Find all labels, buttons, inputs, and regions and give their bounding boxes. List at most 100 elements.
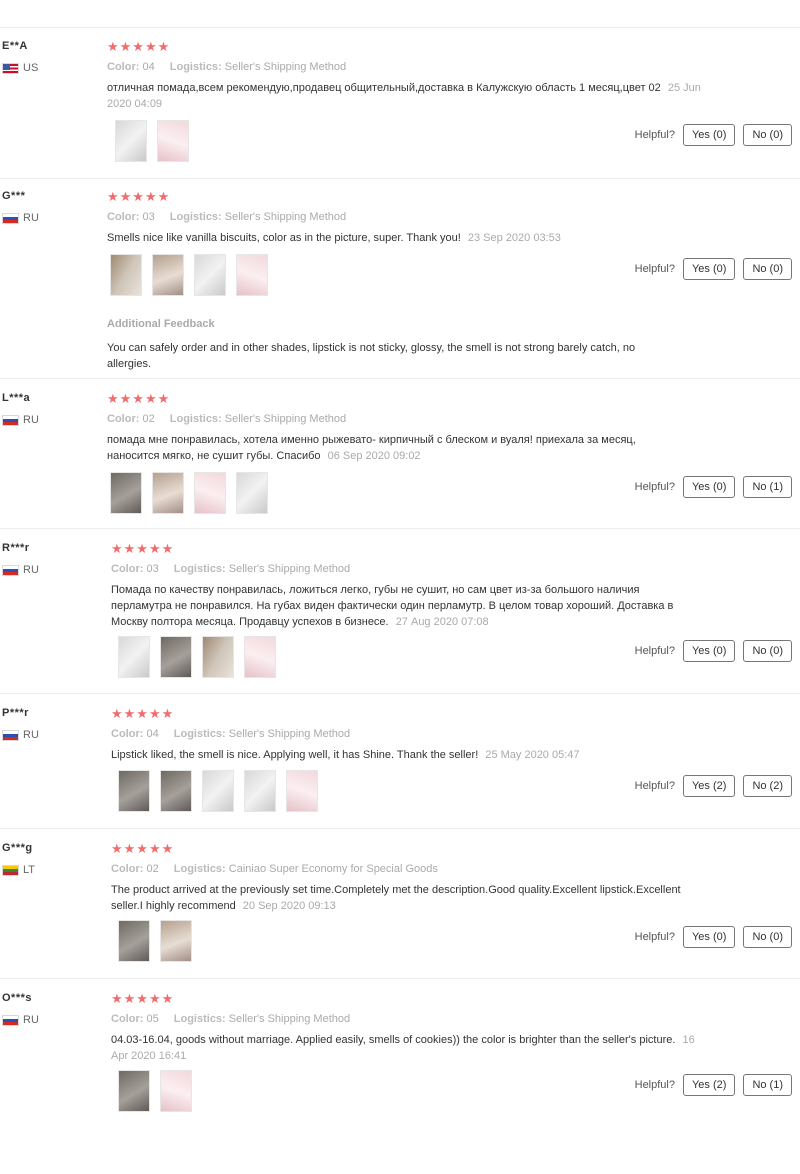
star-rating: ★★★★★ [111,706,175,721]
review-photos [115,120,189,162]
reviewer-country: US [2,62,38,74]
flag-ru-icon [2,564,19,576]
helpful-label: Helpful? [634,931,675,943]
additional-feedback-title: Additional Feedback [107,318,215,330]
flag-ru-icon [2,212,19,224]
review-body: Smells nice like vanilla biscuits, color… [107,232,461,244]
vote-yes-button[interactable]: Yes (0) [682,476,736,498]
review-photo[interactable] [286,770,318,812]
star-rating: ★★★★★ [107,189,171,204]
review-photo[interactable] [202,770,234,812]
country-code: RU [23,729,39,741]
review-photo[interactable] [110,472,142,514]
logistics-label: Logistics: [173,1013,226,1025]
vote-yes-button[interactable]: Yes (0) [682,124,736,146]
color-label: Color: [111,728,144,740]
vote-no-button[interactable]: No (0) [743,258,792,280]
review-photos [118,1070,192,1112]
vote-no-button[interactable]: No (1) [743,476,792,498]
color-label: Color: [107,413,140,425]
additional-feedback-text: You can safely order and in other shades… [107,342,636,370]
review-photo[interactable] [157,120,189,162]
logistics-label: Logistics: [173,863,226,875]
review-text: The product arrived at the previously se… [111,882,711,914]
vote-no-button[interactable]: No (0) [743,124,792,146]
helpful-controls: Helpful? Yes (2) No (2) [635,775,792,797]
reviewer-name: P***r [2,707,29,719]
review-text: 04.03-16.04, goods without marriage. App… [111,1032,711,1064]
color-label: Color: [111,563,144,575]
vote-no-button[interactable]: No (0) [743,640,792,662]
review-photos [118,920,192,962]
flag-lt-icon [2,864,19,876]
vote-yes-button[interactable]: Yes (0) [682,258,736,280]
review-photos [118,770,318,812]
divider [0,693,800,694]
review-photo[interactable] [118,770,150,812]
review-photo[interactable] [244,770,276,812]
flag-ru-icon [2,729,19,741]
vote-yes-button[interactable]: Yes (0) [682,926,736,948]
review-photo[interactable] [118,636,150,678]
star-rating: ★★★★★ [107,39,171,54]
review-photo[interactable] [160,1070,192,1112]
reviewer-name: O***s [2,992,33,1004]
helpful-controls: Helpful? Yes (0) No (0) [635,124,792,146]
review-photo[interactable] [194,254,226,296]
vote-yes-button[interactable]: Yes (2) [682,1074,736,1096]
color-label: Color: [107,61,140,73]
review-meta: Color: 03 Logistics: Seller's Shipping M… [107,211,346,223]
review-photo[interactable] [152,472,184,514]
star-rating: ★★★★★ [111,541,175,556]
review-photo[interactable] [202,636,234,678]
color-value: 05 [146,1013,159,1025]
review-photo[interactable] [160,636,192,678]
review-photo[interactable] [244,636,276,678]
color-value: 02 [146,863,159,875]
review-date: 23 Sep 2020 03:53 [467,232,561,244]
review-photo[interactable] [118,920,150,962]
review-photo[interactable] [115,120,147,162]
review-meta: Color: 04 Logistics: Seller's Shipping M… [107,61,346,73]
reviewer-name: R***r [2,542,30,554]
country-code: LT [23,864,36,876]
review-photo[interactable] [118,1070,150,1112]
review-photo[interactable] [236,472,268,514]
review-photo[interactable] [160,770,192,812]
review-photos [110,254,268,296]
logistics-label: Logistics: [173,563,226,575]
logistics-label: Logistics: [169,413,222,425]
review-photo[interactable] [110,254,142,296]
star-rating: ★★★★★ [107,391,171,406]
star-rating: ★★★★★ [111,841,175,856]
review-photo[interactable] [152,254,184,296]
review-text: Smells nice like vanilla biscuits, color… [107,230,707,246]
helpful-label: Helpful? [634,645,675,657]
review-meta: Color: 04 Logistics: Seller's Shipping M… [111,728,350,740]
vote-no-button[interactable]: No (2) [743,775,792,797]
color-label: Color: [107,211,140,223]
review-photo[interactable] [194,472,226,514]
logistics-value: Seller's Shipping Method [228,1013,351,1025]
logistics-value: Seller's Shipping Method [224,211,347,223]
country-code: RU [23,212,39,224]
review-body: 04.03-16.04, goods without marriage. App… [111,1034,676,1046]
review-meta: Color: 02 Logistics: Seller's Shipping M… [107,413,346,425]
review-photo[interactable] [236,254,268,296]
divider [0,178,800,179]
vote-yes-button[interactable]: Yes (2) [682,775,736,797]
review-photo[interactable] [160,920,192,962]
review-date: 25 May 2020 05:47 [485,749,580,761]
review-body: Помада по качеству понравилась, ложиться… [111,584,674,628]
color-value: 02 [142,413,155,425]
helpful-label: Helpful? [634,481,675,493]
vote-no-button[interactable]: No (1) [743,1074,792,1096]
color-value: 04 [142,61,155,73]
logistics-label: Logistics: [169,61,222,73]
vote-no-button[interactable]: No (0) [743,926,792,948]
review-text: Lipstick liked, the smell is nice. Apply… [111,747,711,763]
review-text: Помада по качеству понравилась, ложиться… [111,582,701,630]
helpful-label: Helpful? [634,129,675,141]
vote-yes-button[interactable]: Yes (0) [682,640,736,662]
reviewer-name: G***g [2,842,33,854]
